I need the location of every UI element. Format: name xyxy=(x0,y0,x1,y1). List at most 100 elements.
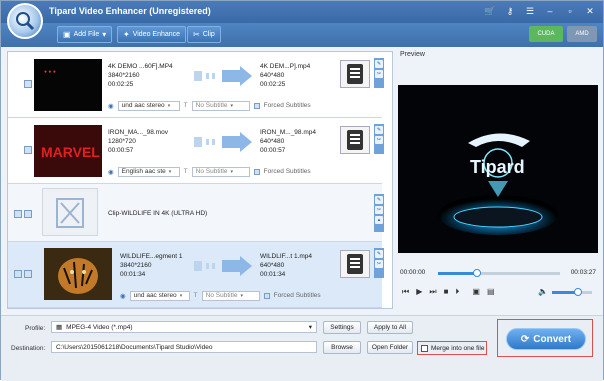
add-file-button[interactable]: ▣ Add File ▾ xyxy=(57,26,113,43)
close-icon[interactable]: ✕ xyxy=(583,4,597,18)
minimize-icon[interactable]: – xyxy=(543,4,557,18)
cuda-badge[interactable]: CUDA xyxy=(529,26,563,42)
output-format-icon[interactable] xyxy=(340,250,370,278)
edit-icon[interactable]: ✎ xyxy=(375,126,383,134)
subtitle-select[interactable]: No Subtitle ▾ xyxy=(201,290,260,301)
video-format-icon: ▦ xyxy=(56,324,63,331)
previous-icon[interactable]: ⏮ xyxy=(402,287,409,297)
edit-icon[interactable]: ✎ xyxy=(375,250,383,258)
edit-icon[interactable]: ✎ xyxy=(375,60,383,68)
open-folder-button[interactable]: Open Folder xyxy=(367,341,413,354)
row-actions: ✎ ✂ ▴ xyxy=(374,194,384,232)
source-resolution: 3840*2160 xyxy=(108,72,140,79)
output-info: IRON_M..._98.mp4 640*480 00:00:57 xyxy=(260,128,316,155)
row-actions: ✎ ✂ xyxy=(374,58,384,88)
video-enhance-label: Video Enhance xyxy=(132,31,181,38)
clip-row-icon[interactable]: ✂ xyxy=(375,260,383,268)
restore-icon[interactable]: ▫ xyxy=(563,4,577,18)
forced-subtitles-checkbox[interactable] xyxy=(263,292,270,299)
stop-icon[interactable]: ■ xyxy=(444,287,449,297)
clip-group-row[interactable]: Clip-WILDLIFE IN 4K (ULTRA HD) ✎ ✂ ▴ xyxy=(8,184,384,242)
toolbar: ▣ Add File ▾ ✦ Video Enhance ✂ Clip CUDA… xyxy=(1,23,603,47)
merge-checkbox[interactable]: Merge into one file xyxy=(417,341,487,355)
feedback-icon[interactable]: ☰ xyxy=(523,4,537,18)
convert-arrow-icon xyxy=(192,132,254,152)
video-enhance-button[interactable]: ✦ Video Enhance xyxy=(117,26,187,43)
volume-handle[interactable] xyxy=(574,288,582,296)
clip-row-icon[interactable]: ✂ xyxy=(375,136,383,144)
output-format-icon[interactable] xyxy=(340,126,370,154)
subtitle-select[interactable]: No Subtitle ▾ xyxy=(191,100,250,111)
seek-bar[interactable] xyxy=(438,269,560,277)
list-item[interactable]: MARVEL IRON_MA..._98.mov 1280*720 00:00:… xyxy=(8,118,384,184)
convert-arrow-icon xyxy=(192,256,254,276)
preview-brand-text: Tipard xyxy=(470,157,525,177)
destination-field[interactable]: C:\Users\2015061218\Documents\Tipard Stu… xyxy=(51,341,317,353)
chevron-down-icon[interactable]: ▾ xyxy=(102,30,106,39)
list-item[interactable]: WILDLIFE...egment 1 3840*2160 00:01:34 W… xyxy=(8,242,384,308)
source-name: WILDLIFE...egment 1 xyxy=(120,253,183,260)
convert-icon: ⟳ xyxy=(520,333,530,345)
scrollbar-thumb[interactable] xyxy=(392,132,393,272)
amd-badge[interactable]: AMD xyxy=(567,26,597,42)
preview-screen[interactable]: Tipard xyxy=(398,85,598,253)
forced-subtitles-checkbox[interactable] xyxy=(253,102,260,109)
settings-button[interactable]: Settings xyxy=(323,321,361,334)
volume-icon[interactable]: 🔈 xyxy=(538,287,548,296)
browse-button[interactable]: Browse xyxy=(323,341,361,354)
seek-handle[interactable] xyxy=(473,269,482,277)
track-options: ◉ und aac stereo ▾ T No Subtitle ▾ Forced … xyxy=(120,290,321,301)
snapshot-icon[interactable]: ▣ xyxy=(472,287,480,297)
item-checkbox[interactable] xyxy=(24,210,32,218)
chevron-down-icon: ▾ xyxy=(240,292,243,299)
list-item[interactable]: ● ● ● 4K DEMO ...60F].MP4 3840*2160 00:0… xyxy=(8,52,384,118)
fast-forward-icon[interactable]: ⏭ xyxy=(429,287,436,297)
total-time: 00:03:27 xyxy=(570,269,596,276)
clip-row-icon[interactable]: ✂ xyxy=(375,206,383,214)
source-resolution: 1280*720 xyxy=(108,138,136,145)
folder-icon[interactable]: ▤ xyxy=(487,287,495,297)
convert-arrow-icon xyxy=(192,66,254,86)
list-scrollbar[interactable] xyxy=(392,52,393,309)
subtitle-value: No Subtitle xyxy=(195,102,228,109)
audio-track-select[interactable]: und aac stereo ▾ xyxy=(129,290,190,301)
chevron-down-icon: ▾ xyxy=(230,168,233,175)
audio-track-select[interactable]: English aac ste ▾ xyxy=(117,166,180,177)
clip-row-icon[interactable]: ✂ xyxy=(375,70,383,78)
profile-select[interactable]: ▦ MPEG-4 Video (*.mp4) ▾ xyxy=(51,321,317,333)
edit-icon[interactable]: ✎ xyxy=(375,196,383,204)
expand-icon[interactable]: ▴ xyxy=(375,216,383,224)
source-name: IRON_MA..._98.mov xyxy=(108,129,168,136)
preview-panel: Preview Tipard 00:00:00 00:03:27 ⏮ ▶ ⏭ ■… xyxy=(398,51,598,309)
app-window: Tipard Video Enhancer (Unregistered) 🛒 ⚷… xyxy=(0,0,604,381)
forced-subtitles-checkbox[interactable] xyxy=(253,168,260,175)
convert-label: Convert xyxy=(533,333,572,345)
audio-icon: ◉ xyxy=(120,292,126,300)
chevron-down-icon: ▾ xyxy=(308,324,312,331)
output-resolution: 640*480 xyxy=(260,138,285,145)
svg-text:● ● ●: ● ● ● xyxy=(44,69,56,75)
group-checkbox[interactable] xyxy=(14,210,22,218)
enhance-icon: ✦ xyxy=(123,30,130,39)
apply-to-all-button[interactable]: Apply to All xyxy=(367,321,413,334)
volume-slider[interactable] xyxy=(552,288,592,296)
convert-highlight: ⟳ Convert xyxy=(497,319,593,357)
video-thumbnail: ● ● ● xyxy=(34,59,102,111)
source-info: 4K DEMO ...60F].MP4 3840*2160 00:02:25 xyxy=(108,62,173,89)
item-checkbox[interactable] xyxy=(24,146,32,154)
output-format-icon[interactable] xyxy=(340,60,370,88)
audio-track-select[interactable]: und aac stereo ▾ xyxy=(117,100,180,111)
item-checkbox[interactable] xyxy=(24,80,32,88)
group-checkbox[interactable] xyxy=(14,270,22,278)
merge-checkbox-box[interactable] xyxy=(421,344,428,352)
item-checkbox[interactable] xyxy=(24,270,32,278)
subtitle-select[interactable]: No Subtitle ▾ xyxy=(191,166,250,177)
key-icon[interactable]: ⚷ xyxy=(503,4,517,18)
play-icon[interactable]: ▶ xyxy=(416,287,422,297)
video-thumbnail xyxy=(44,248,112,300)
cart-icon[interactable]: 🛒 xyxy=(483,4,497,18)
convert-button[interactable]: ⟳ Convert xyxy=(506,328,586,350)
next-icon[interactable]: ⏵ xyxy=(455,287,459,297)
output-duration: 00:00:57 xyxy=(260,147,286,154)
clip-button[interactable]: ✂ Clip xyxy=(187,26,221,43)
